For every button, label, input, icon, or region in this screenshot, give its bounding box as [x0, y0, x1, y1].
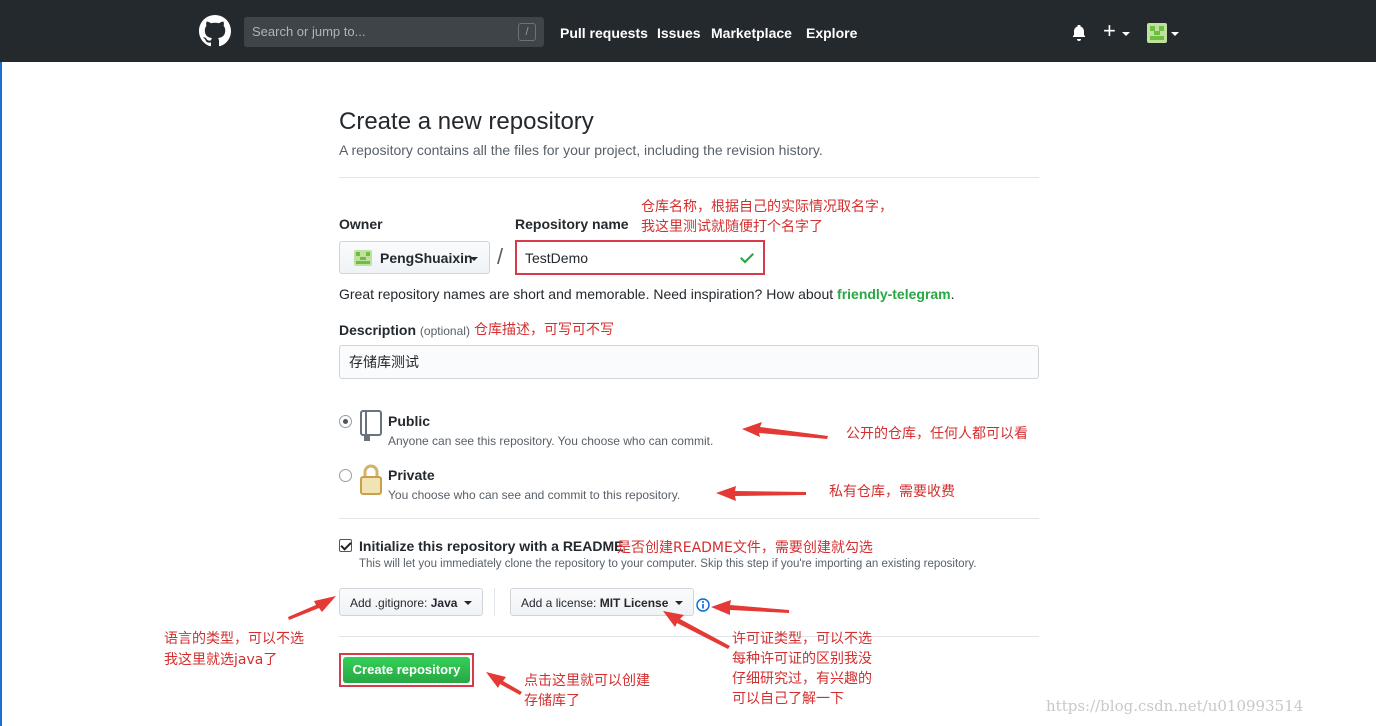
divider — [339, 518, 1039, 519]
bell-icon[interactable] — [1071, 25, 1087, 41]
public-title: Public — [388, 413, 431, 429]
owner-select[interactable]: PengShuaixin — [339, 241, 490, 274]
gitignore-prefix: Add .gitignore: — [350, 596, 431, 610]
create-button-highlight: Create repository — [339, 653, 474, 687]
annotation-public: 公开的仓库，任何人都可以看 — [846, 426, 1028, 442]
optional-tag: (optional) — [419, 324, 470, 338]
repo-book-icon — [360, 410, 382, 441]
name-suggestion-link[interactable]: friendly-telegram — [837, 286, 951, 302]
repo-name-label: Repository name — [515, 216, 629, 232]
annotation-language-2: 我这里就选java了 — [164, 652, 278, 668]
vertical-divider — [494, 588, 495, 616]
chevron-down-icon[interactable] — [1122, 32, 1130, 36]
page-subtitle: A repository contains all the files for … — [339, 142, 823, 158]
plus-icon[interactable]: + — [1103, 20, 1116, 42]
init-readme-desc: This will let you immediately clone the … — [359, 558, 977, 570]
hint-text: Great repository names are short and mem… — [339, 286, 838, 302]
identicon-icon — [356, 252, 370, 264]
nav-marketplace[interactable]: Marketplace — [711, 25, 792, 41]
owner-repo-separator: / — [497, 244, 504, 269]
create-repository-button[interactable]: Create repository — [343, 657, 470, 683]
private-desc: You choose who can see and commit to thi… — [388, 488, 681, 502]
github-logo-icon[interactable] — [199, 15, 231, 47]
annotation-license-4: 可以自己了解一下 — [732, 691, 844, 707]
owner-name: PengShuaixin — [380, 250, 473, 266]
identicon-icon — [1150, 26, 1164, 40]
annotation-license-2: 每种许可证的区别我没 — [732, 651, 872, 667]
lock-icon — [360, 464, 382, 495]
nav-explore[interactable]: Explore — [806, 25, 857, 41]
user-avatar[interactable] — [1147, 23, 1167, 43]
gitignore-value: Java — [430, 596, 458, 610]
annotation-description: 仓库描述，可写可不写 — [474, 322, 614, 338]
search-placeholder: Search or jump to... — [252, 24, 366, 39]
chevron-down-icon — [463, 601, 472, 605]
window-edge — [0, 62, 2, 726]
private-title: Private — [388, 467, 435, 483]
divider — [339, 636, 1039, 637]
page-title: Create a new repository — [339, 108, 594, 135]
owner-label: Owner — [339, 216, 383, 232]
chevron-down-icon — [470, 257, 478, 261]
annotation-license-3: 仔细研究过，有兴趣的 — [732, 671, 872, 687]
annotation-license-1: 许可证类型，可以不选 — [732, 631, 872, 647]
description-input[interactable] — [339, 345, 1039, 379]
repo-name-hint: Great repository names are short and mem… — [339, 286, 955, 302]
public-desc: Anyone can see this repository. You choo… — [388, 434, 714, 448]
init-readme-title: Initialize this repository with a README — [359, 538, 624, 554]
search-input[interactable]: Search or jump to... / — [244, 17, 544, 47]
license-value: MIT License — [599, 596, 669, 610]
annotation-create-2: 存储库了 — [524, 693, 580, 709]
annotation-repo-name-2: 我这里测试就随便打个名字了 — [641, 219, 823, 235]
init-readme-checkbox[interactable] — [339, 539, 352, 552]
public-radio[interactable] — [339, 415, 352, 428]
watermark: https://blog.csdn.net/u010993514 — [1046, 697, 1304, 715]
annotation-repo-name-1: 仓库名称，根据自己的实际情况取名字， — [641, 199, 893, 215]
annotation-create-1: 点击这里就可以创建 — [524, 673, 650, 689]
top-header: Search or jump to... / Pull requests Iss… — [0, 0, 1376, 62]
check-icon — [740, 253, 754, 264]
description-label-text: Description — [339, 322, 417, 338]
chevron-down-icon — [674, 601, 683, 605]
private-radio[interactable] — [339, 469, 352, 482]
annotation-language-1: 语言的类型，可以不选 — [164, 631, 304, 647]
hint-end: . — [950, 286, 955, 302]
repo-name-highlight — [515, 240, 765, 275]
description-label: Description (optional) — [339, 322, 470, 338]
nav-pull-requests[interactable]: Pull requests — [560, 25, 648, 41]
annotation-readme: 是否创建README文件，需要创建就勾选 — [617, 540, 873, 556]
license-prefix: Add a license: — [521, 596, 600, 610]
nav-issues[interactable]: Issues — [657, 25, 701, 41]
annotation-private: 私有仓库，需要收费 — [829, 484, 955, 500]
repo-name-input[interactable] — [521, 246, 759, 269]
license-select[interactable]: Add a license: MIT License — [510, 588, 694, 616]
divider — [339, 177, 1039, 178]
search-shortcut-key: / — [518, 23, 536, 41]
owner-avatar — [354, 250, 372, 266]
info-icon[interactable] — [696, 598, 710, 612]
gitignore-select[interactable]: Add .gitignore: Java — [339, 588, 483, 616]
chevron-down-icon[interactable] — [1171, 32, 1179, 36]
